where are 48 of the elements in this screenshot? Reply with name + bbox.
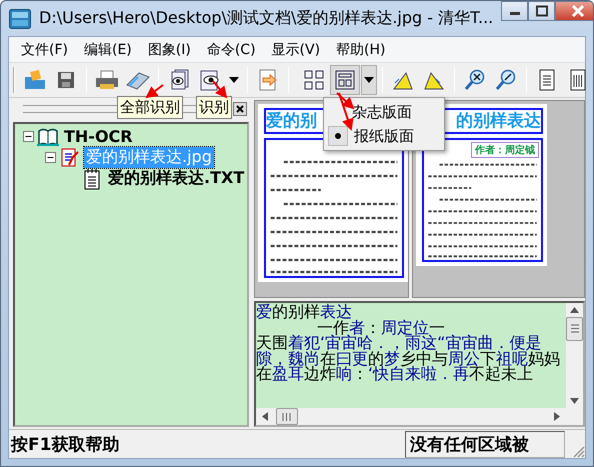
text-line: 隙，魏尚在曰更的梦乡中与周公下祖呢妈妈 [256,350,561,366]
collapse-toggle[interactable] [23,131,34,142]
status-text: 没有任何区域被 [405,430,565,458]
text-line: 在盈耳边炸响：‘快自来啦．再不起未上 [256,366,534,382]
menu-item[interactable]: 帮助(H) [328,38,394,60]
author-label: 作者：周定钺 [471,142,539,158]
menu-item[interactable]: 杂志版面 [326,100,442,124]
menu-item[interactable]: 图象(I) [140,38,199,60]
bullet-icon [335,133,341,139]
scroll-left-icon[interactable] [262,412,268,421]
tree-item[interactable]: TH-OCR [62,127,135,146]
window-title: D:\Users\Hero\Desktop\测试文档\爱的别样表达.jpg - 清华T... [39,8,494,29]
menu-item[interactable]: 文件(F) [13,38,76,60]
text-line: 爱的别样表达 [256,304,352,320]
close-icon[interactable] [233,102,247,116]
close-button[interactable] [555,1,593,21]
caret-icon[interactable] [361,65,377,95]
text-line: 一作者：周定位一 [317,320,446,335]
layout-icon[interactable] [330,65,360,95]
tooltip: 识别 [196,96,232,119]
resize-grip-icon [571,444,585,458]
grip-icon [570,324,578,334]
scroll-up-icon[interactable] [570,307,579,313]
menu-item[interactable]: 编辑(E) [76,38,140,60]
menu-item[interactable]: 显示(V) [264,38,328,60]
close-icon [570,4,586,18]
annotation-arrow [145,84,164,98]
text-line: 天围着犯‘宙宙哈．，雨这“宙宙曲．便是 [256,335,542,350]
page-title: 的别样表达 [456,110,541,132]
maximize-icon [534,5,549,17]
app-logo-icon [9,8,31,28]
scroll-down-icon[interactable] [570,398,579,404]
collapse-toggle[interactable] [45,152,56,163]
tree-item[interactable]: 爱的别样表达.TXT [106,168,246,189]
menu-item[interactable]: 报纸版面 [326,124,442,148]
vertical-scrollbar[interactable] [566,303,583,408]
tooltip: 全部识别 [117,96,183,119]
scroll-right-icon[interactable] [554,412,560,421]
book-icon [37,126,59,146]
page-title: 爱的别 [266,110,317,132]
document-check-icon [59,146,81,168]
notepad-icon [83,168,101,190]
annotation-arrow [212,80,228,99]
grip-icon [282,412,292,420]
status-text: 按F1获取帮助 [11,434,120,456]
maximize-button[interactable] [528,1,556,21]
menu-item[interactable]: 命令(C) [198,38,264,60]
minimize-button[interactable] [501,1,528,21]
